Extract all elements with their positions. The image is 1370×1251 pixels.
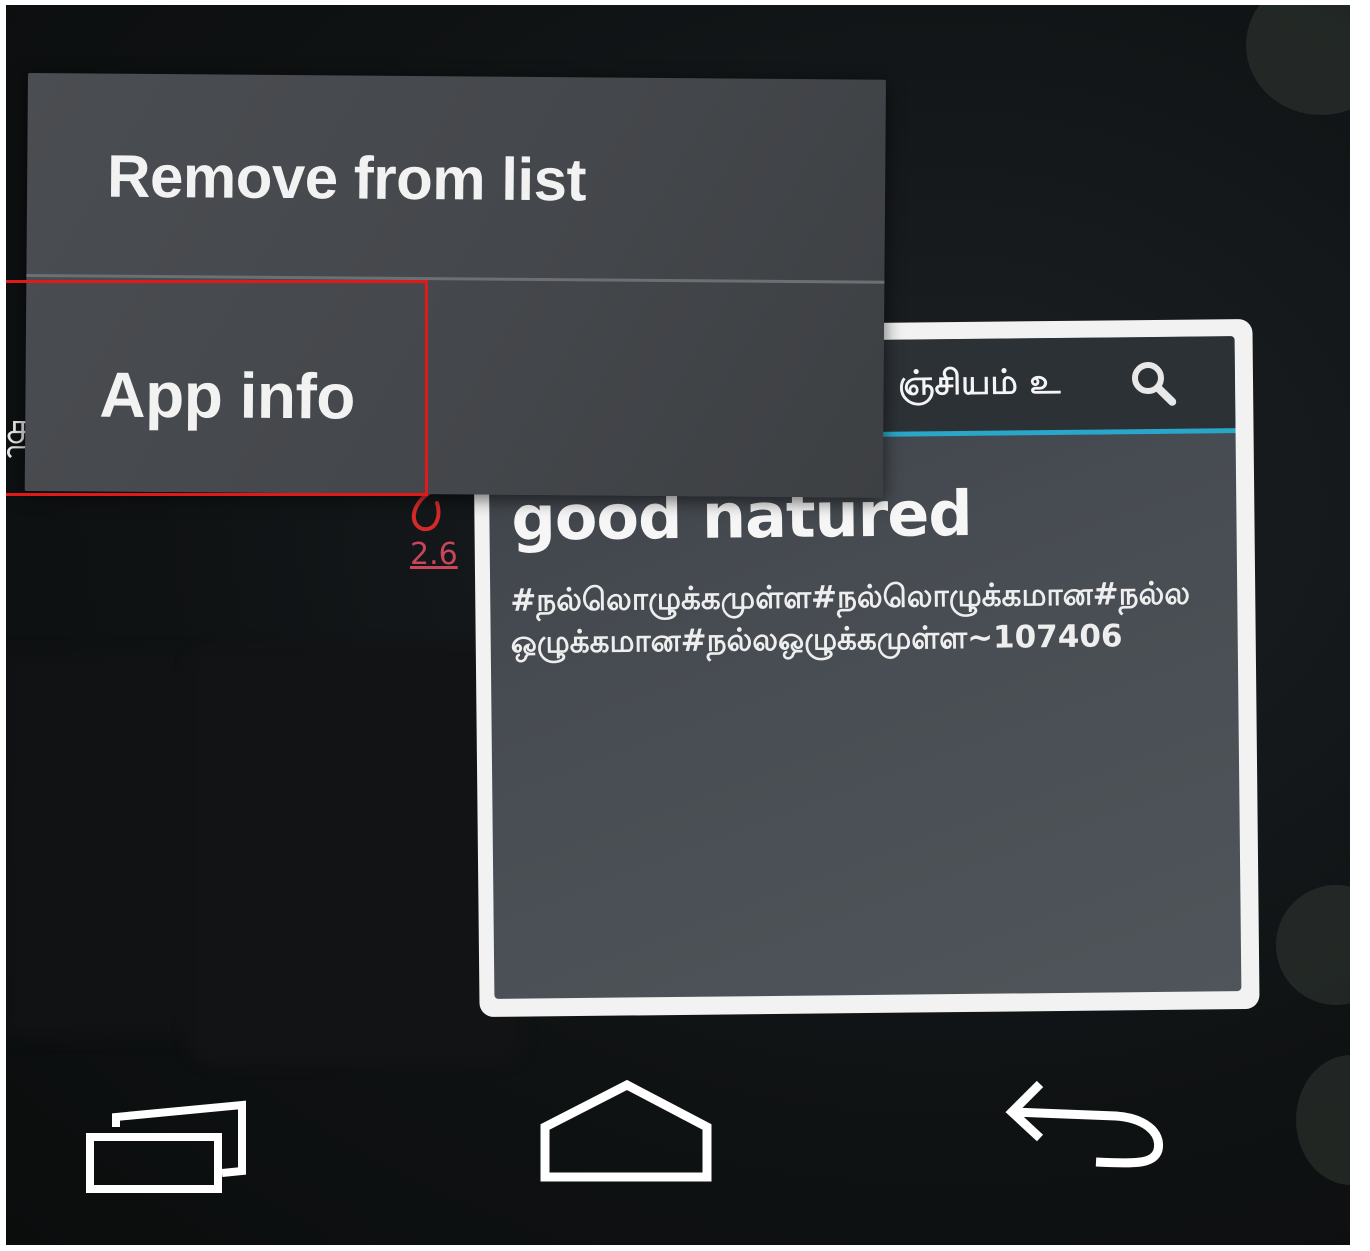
background-bokeh: [1246, 5, 1350, 115]
recent-apps-icon[interactable]: [76, 1095, 256, 1195]
highlight-annotation: [6, 280, 428, 496]
background-bokeh: [1276, 885, 1350, 1005]
remove-from-list-label: Remove from list: [106, 142, 587, 214]
background-app-thumbnail: [6, 655, 206, 1035]
home-icon[interactable]: [531, 1075, 721, 1185]
annotation-number: 2.6: [410, 537, 458, 572]
background-app-thumbnail: [186, 645, 526, 1065]
app-action-bar-title: ஞ்சியம் உ: [897, 361, 1061, 404]
word-translation: #நல்லொழுக்கமுள்ள#நல்லொழுக்கமான#நல்லஒழுக்…: [510, 575, 1191, 661]
navigation-bar: [6, 1045, 1350, 1245]
remove-from-list-menu-item[interactable]: Remove from list: [26, 73, 886, 286]
back-icon[interactable]: [996, 1070, 1176, 1170]
search-icon: [1131, 362, 1177, 406]
recent-apps-screen: த 2.6 ஞ்சியம் உ good natured #நல்லொழுக்க…: [6, 5, 1350, 1245]
